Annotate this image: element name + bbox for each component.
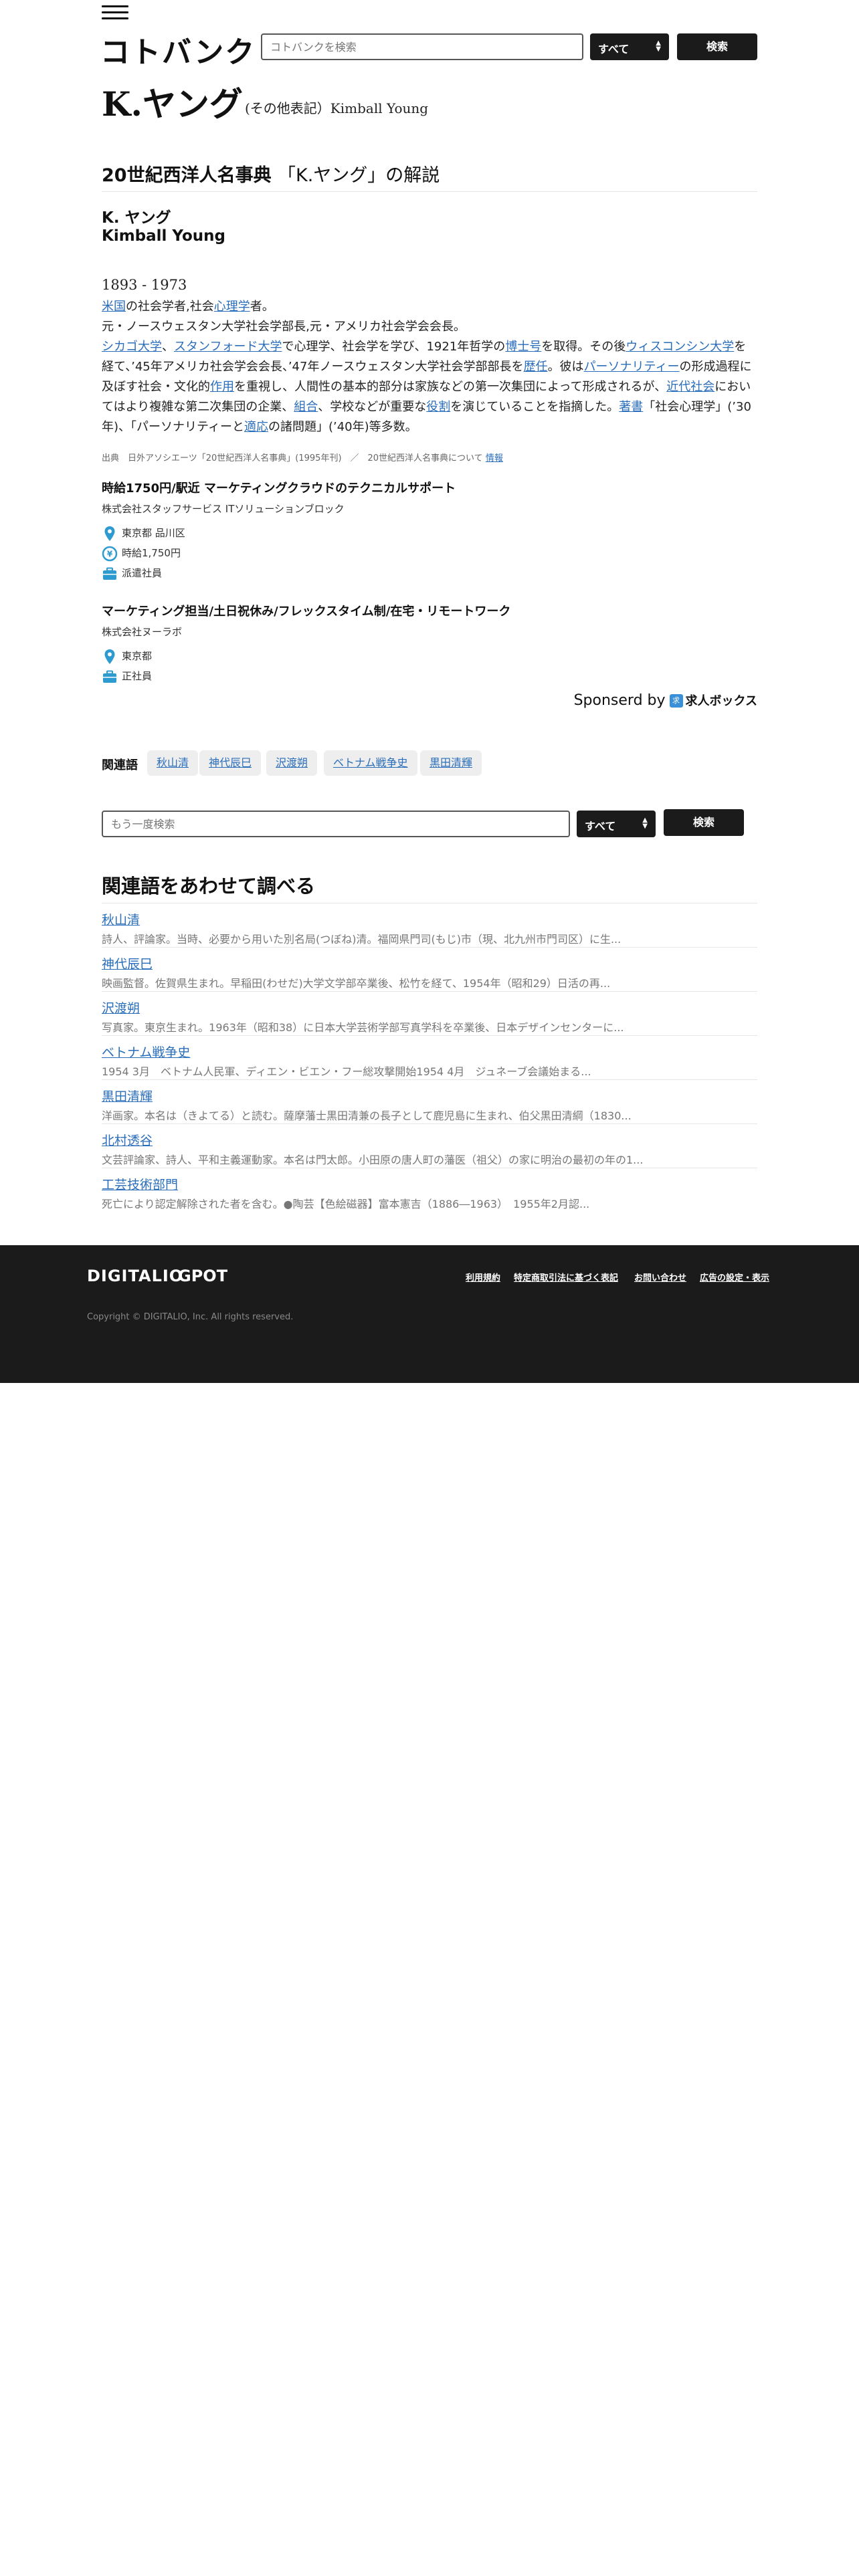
gpot-logo[interactable]: GPOT	[178, 1267, 227, 1285]
link-stanford-univ[interactable]: スタンフォード大学	[174, 340, 282, 354]
link-shinrigaku[interactable]: 心理学	[214, 300, 250, 314]
page-title-alt: (その他表記）Kimball Young	[245, 100, 429, 116]
related-item[interactable]: 秋山清 詩人、評論家。当時、必要から用いた別名局(つぼね)清。福岡県門司(もじ)…	[102, 903, 757, 947]
footer-link-terms[interactable]: 利用規約	[466, 1271, 500, 1283]
dictionary-heading: 20世紀西洋人名事典 「K.ヤング」の解説	[102, 160, 440, 187]
link-chosho[interactable]: 著書	[619, 400, 643, 414]
digitalio-logo[interactable]: DIGITALIO	[87, 1267, 183, 1285]
job-type: 派遣社員	[102, 564, 162, 582]
related-item[interactable]: ベトナム戦争史 1954 3月 ベトナム人民軍、ディエン・ビエン・フー総攻撃開始…	[102, 1035, 757, 1079]
category-select[interactable]: すべて ▲ ▼	[577, 811, 656, 837]
search-again-button[interactable]: 検索	[664, 809, 744, 836]
job-location: 東京都	[102, 647, 152, 665]
related-tag[interactable]: 秋山清	[147, 750, 199, 776]
related-item-title[interactable]: 北村透谷	[102, 1131, 153, 1149]
link-beikoku[interactable]: 米国	[102, 300, 126, 314]
source-note: 出典 日外アソシエーツ「20世紀西洋人名事典」(1995年刊) ／ 20世紀西洋…	[102, 453, 503, 463]
related-item[interactable]: 神代辰巳 映画監督。佐賀県生まれ。早稲田(わせだ)大学文学部卒業後、松竹を経て、…	[102, 947, 757, 991]
sponsor-brand: 求人ボックス	[685, 694, 757, 708]
entry-years: 1893 - 1973	[102, 277, 187, 293]
related-item-title[interactable]: 神代辰巳	[102, 954, 153, 972]
category-select[interactable]: すべて ▲ ▼	[590, 33, 669, 60]
related-tag[interactable]: 沢渡朔	[266, 750, 318, 776]
link-wisconsin-univ[interactable]: ウィスコンシン大学	[626, 340, 734, 354]
related-item-desc: 文芸評論家、詩人、平和主義運動家。本名は門太郎。小田原の唐人町の藩医（祖父）の家…	[102, 1154, 644, 1166]
related-item-desc: 映画監督。佐賀県生まれ。早稲田(わせだ)大学文学部卒業後、松竹を経て、1954年…	[102, 977, 611, 990]
divider	[102, 191, 757, 192]
entry-paragraph: シカゴ大学、スタンフォード大学で心理学、社会学を学び、1921年哲学の博士号を取…	[102, 340, 752, 434]
related-tag[interactable]: 神代辰巳	[199, 750, 262, 776]
related-item-title[interactable]: 黒田清輝	[102, 1087, 153, 1105]
link-hakasegou[interactable]: 博士号	[505, 340, 541, 354]
menu-icon[interactable]	[102, 5, 128, 20]
search-again-input[interactable]	[102, 811, 570, 837]
related-tag[interactable]: ベトナム戦争史	[324, 750, 417, 776]
source-info-link[interactable]: 情報	[486, 453, 503, 463]
related-tag[interactable]: 黒田清輝	[420, 750, 482, 776]
related-item[interactable]: 工芸技術部門 死亡により認定解除された者を含む。●陶芸【色絵磁器】富本憲吉（18…	[102, 1168, 757, 1212]
location-pin-icon	[104, 526, 115, 541]
related-item[interactable]: 北村透谷 文芸評論家、詩人、平和主義運動家。本名は門太郎。小田原の唐人町の藩医（…	[102, 1123, 757, 1168]
location-pin-icon	[104, 649, 115, 664]
link-rekinin[interactable]: 歴任	[524, 360, 548, 374]
job-title[interactable]: 時給1750円/駅近 マーケティングクラウドのテクニカルサポート	[102, 479, 456, 496]
select-arrows-icon: ▲ ▼	[656, 39, 661, 53]
footer-link-ad-settings[interactable]: 広告の設定・表示	[700, 1271, 769, 1283]
category-select-value: すべて	[598, 43, 630, 56]
related-item-desc: 洋画家。本名は（きよてる）と読む。薩摩藩士黒田清兼の長子として鹿児島に生まれ、伯…	[102, 1109, 632, 1122]
related-item-title[interactable]: 沢渡朔	[102, 998, 140, 1016]
job-company: 株式会社スタッフサービス ITソリューションブロック	[102, 503, 345, 515]
job-location: 東京都 品川区	[102, 524, 185, 542]
entry-name-en: Kimball Young	[102, 227, 225, 245]
entry-name-ja: K. ヤング	[102, 209, 171, 227]
related-item[interactable]: 黒田清輝 洋画家。本名は（きよてる）と読む。薩摩藩士黒田清兼の長子として鹿児島に…	[102, 1079, 757, 1123]
link-kindai-shakai[interactable]: 近代社会	[666, 380, 714, 394]
briefcase-icon	[103, 567, 116, 580]
page-title: K.ヤング	[102, 84, 243, 124]
footer-link-contact[interactable]: お問い合わせ	[634, 1271, 686, 1283]
job-type: 正社員	[102, 667, 152, 685]
category-select-value: すべて	[585, 820, 616, 833]
link-personality[interactable]: パーソナリティー	[584, 360, 680, 374]
related-item[interactable]: 沢渡朔 写真家。東京生まれ。1963年（昭和38）に日本大学芸術学部写真学科を卒…	[102, 991, 757, 1035]
search-input[interactable]	[261, 33, 583, 60]
related-item-title[interactable]: 工芸技術部門	[102, 1175, 178, 1193]
job-company: 株式会社ヌーラボ	[102, 626, 183, 638]
site-logo[interactable]: コトバンク	[100, 28, 256, 71]
entry-line-2: 元・ノースウェスタン大学社会学部長,元・アメリカ社会学会会長。	[102, 320, 466, 334]
sponsor-label[interactable]: Sponserd by 求人求人ボックス	[574, 691, 757, 718]
link-kumiai[interactable]: 組合	[294, 400, 318, 414]
briefcase-icon	[103, 670, 116, 683]
copyright: Copyright © DIGITALIO, Inc. All rights r…	[87, 1312, 294, 1322]
kyujin-box-logo-icon: 求人	[669, 694, 683, 718]
dictionary-name: 20世紀西洋人名事典	[102, 165, 272, 186]
related-item-title[interactable]: 秋山清	[102, 910, 140, 928]
link-chicago-univ[interactable]: シカゴ大学	[102, 340, 162, 354]
link-yakuwari[interactable]: 役割	[426, 400, 450, 414]
related-item-desc: 詩人、評論家。当時、必要から用いた別名局(つぼね)清。福岡県門司(もじ)市（現、…	[102, 933, 622, 946]
job-wage: ¥ 時給1,750円	[102, 544, 181, 562]
related-item-title[interactable]: ベトナム戦争史	[102, 1043, 190, 1061]
footer: DIGITALIO GPOT 利用規約 特定商取引法に基づく表記 お問い合わせ …	[0, 1245, 859, 1383]
related-item-desc: 写真家。東京生まれ。1963年（昭和38）に日本大学芸術学部写真学科を卒業後、日…	[102, 1021, 624, 1034]
svg-text:¥: ¥	[107, 549, 113, 558]
related-item-desc: 1954 3月 ベトナム人民軍、ディエン・ビエン・フー総攻撃開始1954 4月 …	[102, 1065, 591, 1078]
dictionary-heading-suffix: 「K.ヤング」の解説	[277, 165, 440, 186]
search-button[interactable]: 検索	[677, 33, 757, 60]
entry-line-1: 米国の社会学者,社会心理学者。	[102, 300, 274, 314]
link-sayou[interactable]: 作用	[210, 380, 234, 394]
select-arrows-icon: ▲ ▼	[642, 817, 648, 830]
related-section-title: 関連語をあわせて調べる	[102, 875, 316, 897]
link-tekiou[interactable]: 適応	[244, 420, 268, 434]
related-tags-label: 関連語	[102, 758, 138, 772]
footer-link-tokutei[interactable]: 特定商取引法に基づく表記	[514, 1271, 618, 1283]
yen-coin-icon: ¥	[102, 546, 118, 561]
job-title[interactable]: マーケティング担当/土日祝休み/フレックスタイム制/在宅・リモートワーク	[102, 602, 510, 619]
related-item-desc: 死亡により認定解除された者を含む。●陶芸【色絵磁器】富本憲吉（1886―1963…	[102, 1198, 590, 1210]
